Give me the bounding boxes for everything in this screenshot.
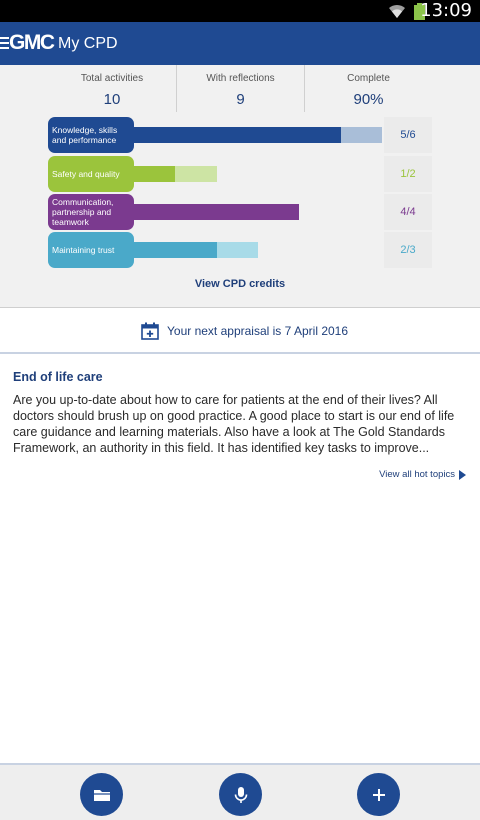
stat-total-activities: Total activities 10 [48,65,176,112]
summary-stats: Total activities 10 With reflections 9 C… [48,65,432,112]
category-bar-fill [134,204,299,220]
clock: 13:09 [420,0,472,21]
category-label: Maintaining trust [48,232,134,268]
category-row[interactable]: Maintaining trust 2/3 [48,232,432,268]
folder-icon [93,789,110,801]
stat-value: 90% [353,91,384,108]
category-label: Communication, partnership and teamwork [48,194,134,230]
hot-topic-body: Are you up-to-date about how to care for… [13,393,455,455]
category-count: 1/2 [384,156,432,192]
category-bar-fill [134,242,217,258]
view-cpd-credits-link[interactable]: View CPD credits [0,278,480,290]
category-row[interactable]: Communication, partnership and teamwork 4… [48,194,432,230]
stat-complete: Complete 90% [304,65,432,112]
category-label: Safety and quality [48,156,134,192]
cpd-dashboard: Total activities 10 With reflections 9 C… [0,65,480,308]
app-bar: GMC My CPD [0,22,480,65]
appraisal-banner: Your next appraisal is 7 April 2016 [0,309,480,354]
stat-label: Complete [347,73,390,84]
view-all-hot-topics-label: View all hot topics [379,469,455,480]
stat-label: Total activities [80,73,144,84]
wifi-icon [389,4,405,18]
stat-value: 10 [103,91,121,108]
category-count: 4/4 [384,194,432,230]
menu-icon[interactable] [0,37,9,49]
category-row[interactable]: Knowledge, skills and performance 5/6 [48,117,432,153]
stat-value: 9 [236,91,245,108]
status-bar: 13:09 [0,0,480,22]
plus-icon [372,788,385,801]
category-label: Knowledge, skills and performance [48,117,134,153]
folder-button[interactable] [80,773,123,816]
stat-with-reflections: With reflections 9 [176,65,304,112]
view-all-hot-topics-link[interactable]: View all hot topics [379,469,466,481]
category-bar-fill [134,127,341,143]
appraisal-text: Your next appraisal is 7 April 2016 [167,324,349,338]
page-title: My CPD [58,35,118,52]
category-bar-fill [134,166,175,182]
play-arrow-icon [459,470,466,480]
bottom-action-bar [0,763,480,820]
microphone-icon [234,786,247,803]
add-activity-button[interactable] [357,773,400,816]
record-voice-button[interactable] [219,773,262,816]
calendar-icon [141,322,159,340]
app-logo[interactable]: GMC [9,32,55,54]
category-count: 5/6 [384,117,432,153]
category-row[interactable]: Safety and quality 1/2 [48,156,432,192]
hot-topic-title[interactable]: End of life care [13,369,103,385]
stat-label: With reflections [206,73,275,84]
category-count: 2/3 [384,232,432,268]
category-progress-list: Knowledge, skills and performance 5/6 Safe… [48,117,432,268]
